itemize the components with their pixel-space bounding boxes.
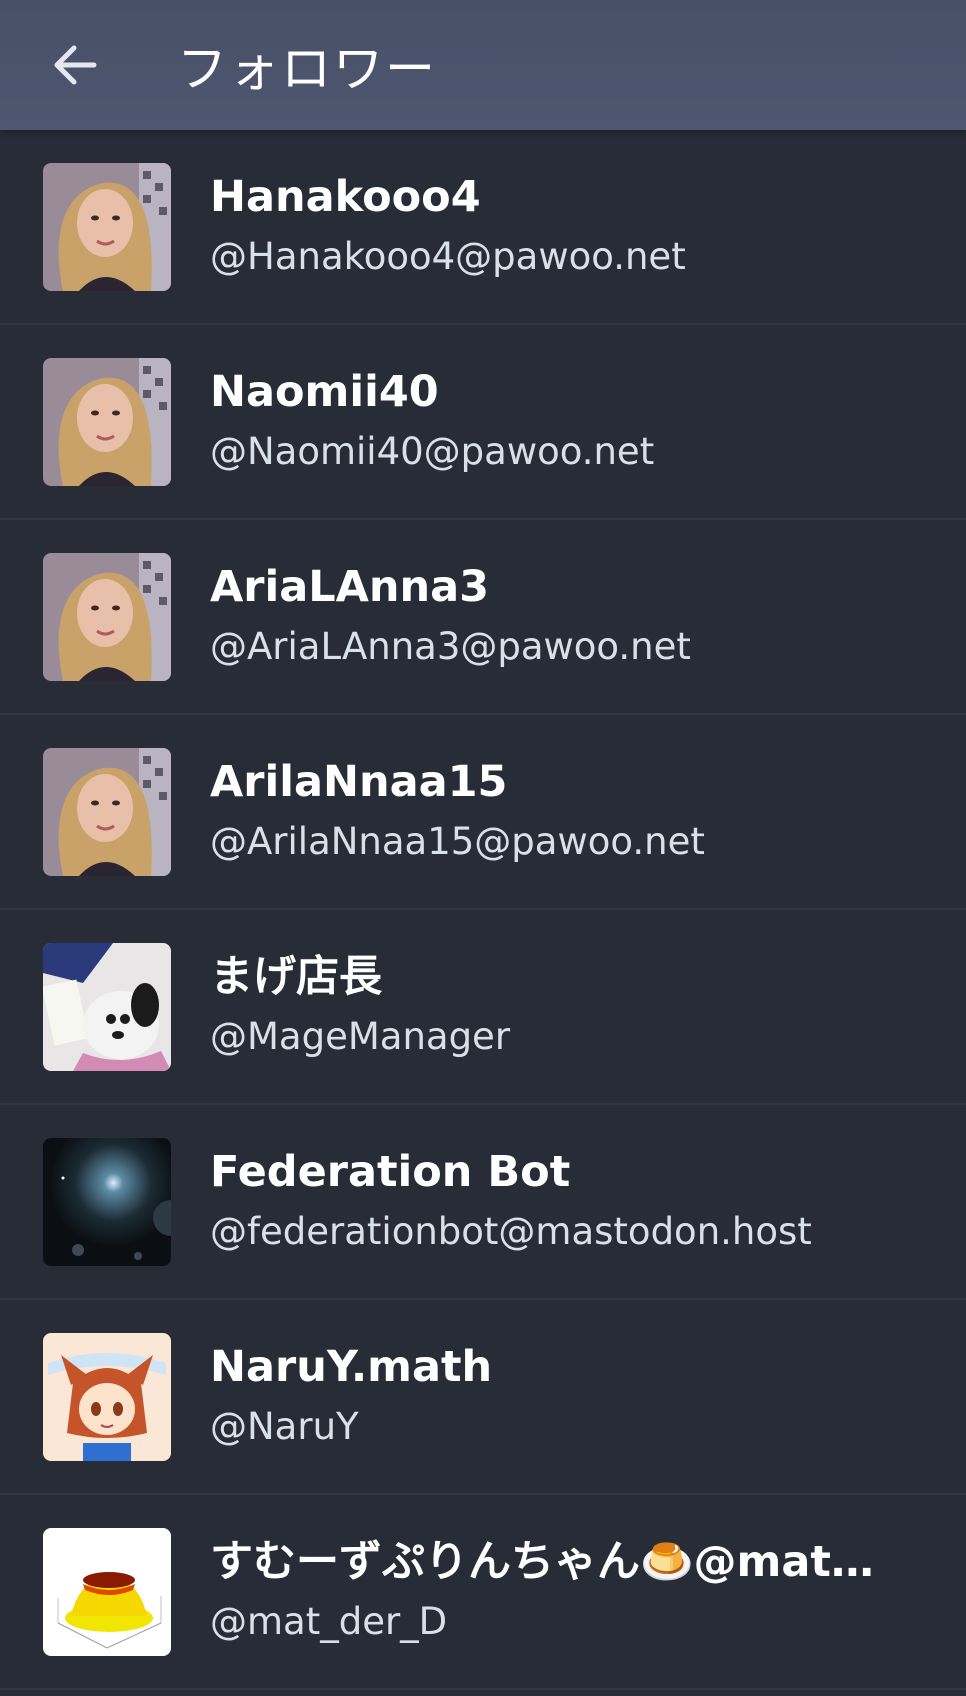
follower-row[interactable]: NaruY.math @NaruY xyxy=(0,1300,966,1495)
display-name: ArilaNnaa15 xyxy=(210,756,508,807)
back-button[interactable] xyxy=(35,25,115,105)
follower-row[interactable]: すむーずぷりんちゃん🍮@mat… @mat_der_D xyxy=(0,1495,966,1690)
arrow-left-icon xyxy=(54,45,97,85)
account-handle: @mat_der_D xyxy=(210,1599,448,1643)
avatar[interactable] xyxy=(43,942,171,1071)
follower-text: NaruY.math @NaruY xyxy=(210,1339,966,1455)
account-handle: @NaruY xyxy=(210,1404,359,1448)
follower-text: AriaLAnna3 @AriaLAnna3@pawoo.net xyxy=(210,559,966,675)
avatar[interactable] xyxy=(43,162,171,291)
follower-row[interactable]: Hanakooo4 @Hanakooo4@pawoo.net xyxy=(0,130,966,325)
follower-row[interactable]: Naomii40 @Naomii40@pawoo.net xyxy=(0,325,966,520)
follower-text: Naomii40 @Naomii40@pawoo.net xyxy=(210,364,966,480)
avatar[interactable] xyxy=(43,1527,171,1656)
avatar[interactable] xyxy=(43,1137,171,1266)
display-name: Hanakooo4 xyxy=(210,171,481,222)
avatar[interactable] xyxy=(43,552,171,681)
app-bar: フォロワー xyxy=(0,0,966,130)
display-name: Naomii40 xyxy=(210,366,439,417)
follower-row[interactable]: ArilaNnaa15 @ArilaNnaa15@pawoo.net xyxy=(0,715,966,910)
account-handle: @Naomii40@pawoo.net xyxy=(210,429,655,473)
follower-text: Hanakooo4 @Hanakooo4@pawoo.net xyxy=(210,169,966,285)
account-handle: @AriaLAnna3@pawoo.net xyxy=(210,624,691,668)
follower-text: ArilaNnaa15 @ArilaNnaa15@pawoo.net xyxy=(210,754,966,870)
follower-text: まげ店長 @MageManager xyxy=(210,949,966,1065)
account-handle: @MageManager xyxy=(210,1014,511,1058)
page-title: フォロワー xyxy=(177,40,437,98)
display-name: すむーずぷりんちゃん🍮@mat… xyxy=(210,1536,874,1587)
avatar[interactable] xyxy=(43,357,171,486)
follower-row[interactable]: Federation Bot @federationbot@mastodon.h… xyxy=(0,1105,966,1300)
display-name: NaruY.math xyxy=(210,1341,493,1392)
follower-row[interactable]: まげ店長 @MageManager xyxy=(0,910,966,1105)
display-name: まげ店長 xyxy=(210,951,382,1002)
followers-screen: フォロワー Hanakooo4 @Hanakooo4@pawoo.net Nao… xyxy=(0,0,966,1696)
avatar[interactable] xyxy=(43,747,171,876)
account-handle: @ArilaNnaa15@pawoo.net xyxy=(210,819,705,863)
display-name: Federation Bot xyxy=(210,1146,571,1197)
follower-list: Hanakooo4 @Hanakooo4@pawoo.net Naomii40 … xyxy=(0,130,966,1690)
display-name: AriaLAnna3 xyxy=(210,561,490,612)
follower-row[interactable]: AriaLAnna3 @AriaLAnna3@pawoo.net xyxy=(0,520,966,715)
account-handle: @Hanakooo4@pawoo.net xyxy=(210,234,686,278)
follower-text: Federation Bot @federationbot@mastodon.h… xyxy=(210,1144,966,1260)
follower-text: すむーずぷりんちゃん🍮@mat… @mat_der_D xyxy=(210,1534,966,1650)
account-handle: @federationbot@mastodon.host xyxy=(210,1209,812,1253)
avatar[interactable] xyxy=(43,1332,171,1461)
